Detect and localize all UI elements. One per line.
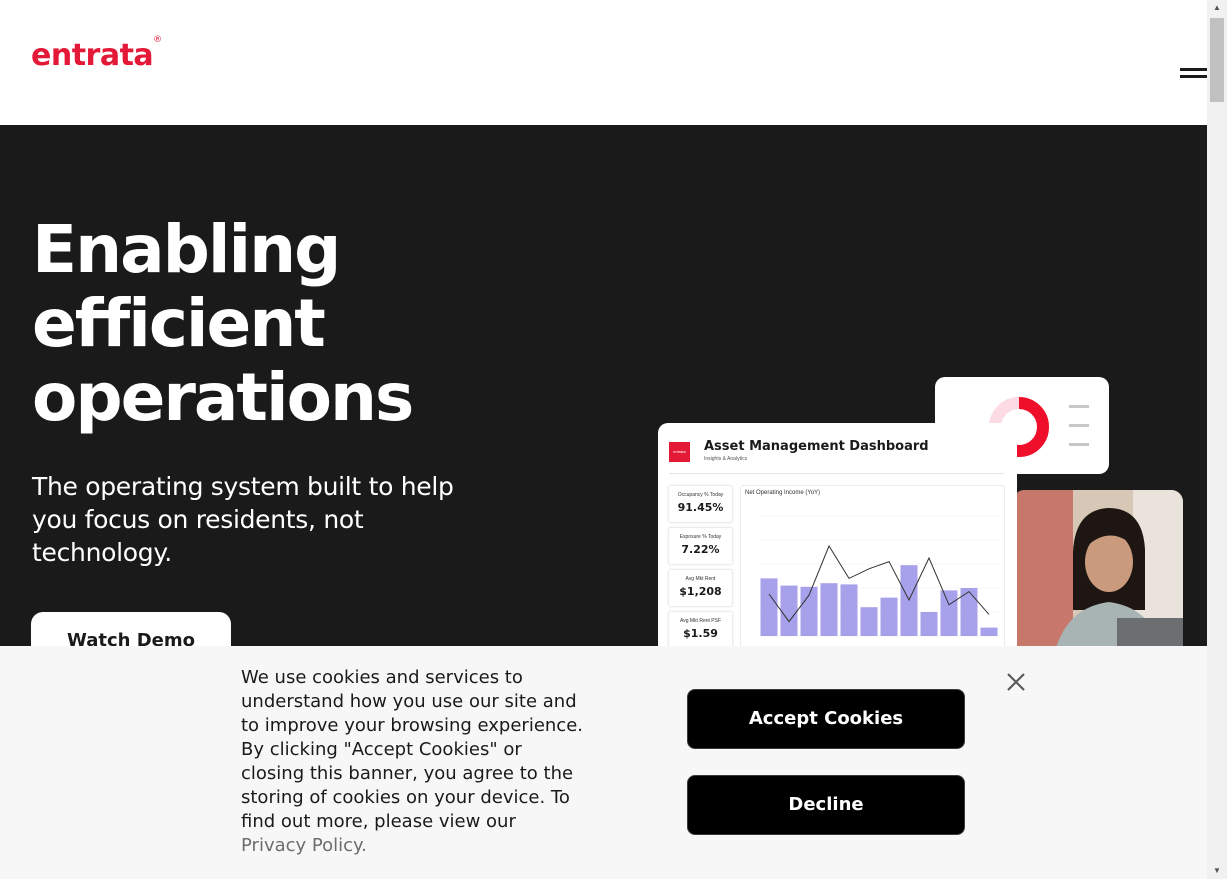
metric-avg-rent-psf: Avg Mkt Rent PSF $1.59	[668, 611, 733, 646]
hero-title-line-3: operations	[32, 359, 414, 436]
noi-chart-panel: Net Operating Income (YoY)	[740, 485, 1005, 646]
cookie-banner: We use cookies and services to understan…	[0, 646, 1207, 879]
metric-exposure: Exposure % Today 7.22%	[668, 527, 733, 565]
chart-bar	[760, 578, 778, 636]
metric-occupancy: Occupancy % Today 91.45%	[668, 485, 733, 523]
hamburger-menu-icon[interactable]	[1180, 68, 1207, 84]
accept-cookies-button[interactable]: Accept Cookies	[687, 689, 965, 749]
cookie-message-text: We use cookies and services to understan…	[241, 667, 583, 832]
chart-bar	[820, 583, 838, 636]
metric-value: 91.45%	[677, 501, 724, 514]
site-header: entrata®	[0, 0, 1207, 125]
hero-title-line-1: Enabling	[32, 211, 341, 288]
metric-label: Occupancy % Today	[677, 492, 724, 498]
metric-value: $1,208	[679, 585, 722, 598]
close-icon[interactable]	[1004, 670, 1028, 694]
chart-bar	[980, 627, 998, 636]
chart-bar	[780, 585, 798, 636]
decline-button[interactable]: Decline	[687, 775, 965, 835]
cookie-message: We use cookies and services to understan…	[241, 666, 586, 858]
hero-section: Enabling efficient operations The operat…	[0, 125, 1207, 646]
metric-avg-rent: Avg Mkt Rent $1,208	[668, 569, 733, 607]
chart-bar	[880, 597, 898, 636]
dashboard-title: Asset Management Dashboard	[704, 439, 929, 454]
hero-title-line-2: efficient	[32, 285, 326, 362]
privacy-policy-link[interactable]: Privacy Policy.	[241, 835, 367, 856]
asset-dashboard-card: entrata Asset Management Dashboard Insig…	[658, 423, 1017, 646]
dashboard-logo: entrata	[669, 442, 690, 462]
metric-list: Occupancy % Today 91.45% Exposure % Toda…	[668, 485, 733, 646]
metric-label: Exposure % Today	[679, 534, 722, 540]
metric-value: $1.59	[683, 627, 718, 640]
hero-title: Enabling efficient operations	[32, 211, 414, 436]
scroll-up-arrow-icon[interactable]: ▲	[1207, 0, 1227, 16]
woman-photo	[1013, 490, 1183, 646]
dashboard-subtitle: Insights & Analytics	[704, 456, 748, 462]
scroll-down-arrow-icon[interactable]: ▼	[1207, 863, 1227, 879]
noi-chart	[759, 515, 999, 637]
page-scrollbar[interactable]: ▲ ▼	[1207, 0, 1227, 879]
registered-mark: ®	[153, 35, 162, 45]
entrata-logo[interactable]: entrata®	[31, 35, 162, 73]
chart-bar	[840, 584, 858, 636]
metric-label: Avg Mkt Rent PSF	[679, 618, 722, 624]
dashboard-divider	[669, 473, 1004, 474]
logo-text: entrata	[31, 38, 154, 73]
chart-bar	[940, 590, 958, 636]
metric-value: 7.22%	[681, 543, 720, 556]
scroll-thumb[interactable]	[1210, 18, 1224, 102]
watch-demo-button[interactable]: Watch Demo	[31, 612, 231, 646]
chart-bar	[860, 607, 878, 636]
hero-subtitle: The operating system built to help you f…	[32, 472, 454, 567]
metric-label: Avg Mkt Rent	[685, 576, 716, 582]
chart-bar	[920, 612, 938, 636]
